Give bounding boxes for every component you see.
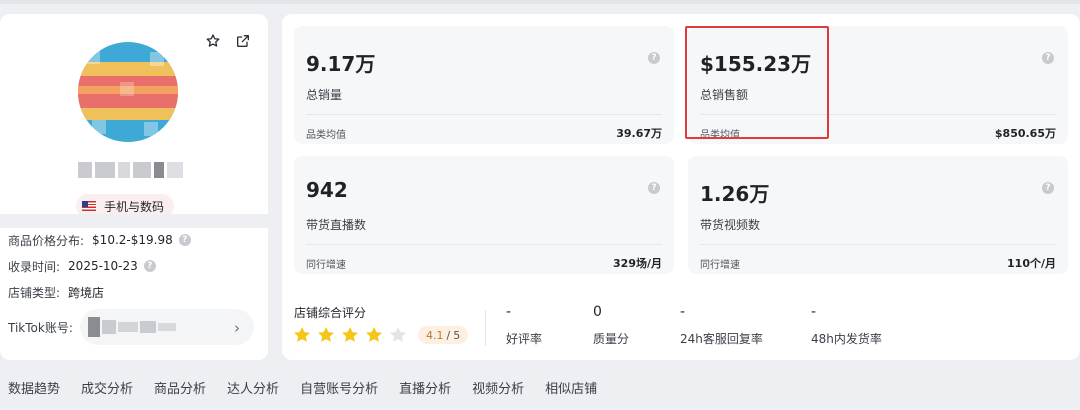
help-icon[interactable]: ? [648,52,660,64]
stat-value: 1.26万 [700,182,770,206]
tab-live-analysis[interactable]: 直播分析 [399,378,451,397]
stat-value: $155.23万 [700,52,812,76]
chevron-right-icon: › [234,319,240,337]
score-max: 5 [453,328,461,342]
shop-type-value: 跨境店 [68,285,105,300]
metric-positive-rate: - 好评率 [506,304,542,347]
shop-type-label: 店铺类型: [8,285,61,300]
tiktok-account-label: TikTok账号: [8,320,73,335]
tab-transaction-analysis[interactable]: 成交分析 [81,378,133,397]
metric-quality-score: 0 质量分 [593,304,629,347]
price-range-value: $10.2-$19.98 [92,233,173,247]
star-rating: 4.1 / 5 [292,325,469,345]
stat-label: 总销量 [306,88,343,102]
help-icon[interactable]: ? [143,260,156,272]
score-badge: 4.1 / 5 [418,326,469,344]
section-divider [0,214,268,228]
stat-foot-value: 39.67万 [616,127,662,140]
metric-cs-reply-rate: - 24h客服回复率 [680,304,763,347]
help-icon[interactable]: ? [1042,52,1054,64]
stat-divider [306,114,662,115]
help-icon[interactable]: ? [648,182,660,194]
added-date-label: 收录时间: [8,259,61,274]
metric-label: 24h客服回复率 [680,332,763,346]
stat-divider [700,244,1056,245]
help-icon[interactable]: ? [1042,182,1054,194]
tiktok-account-row: TikTok账号: [8,318,81,336]
help-icon[interactable]: ? [178,234,191,246]
metric-label: 好评率 [506,332,543,346]
stat-foot-value: 110个/月 [1007,257,1056,270]
tab-similar-shops[interactable]: 相似店铺 [545,378,597,397]
star-icon [390,327,406,342]
shop-name-redacted [78,162,190,178]
stat-value: 942 [306,178,348,202]
tiktok-account-link[interactable]: › [80,309,254,345]
shop-score-title: 店铺综合评分 [294,306,367,320]
stat-label: 带货直播数 [306,218,367,232]
added-date-row: 收录时间: 2025-10-23 ? [8,257,156,275]
vertical-divider [485,310,486,346]
stat-value: 9.17万 [306,52,376,76]
stat-foot-label: 同行增速 [700,260,740,271]
category-label: 手机与数码 [104,199,165,214]
metric-label: 48h内发货率 [811,332,882,346]
stat-card-total-revenue: $155.23万 总销售额 ? 品类均值 $850.65万 [688,26,1068,144]
stat-foot-label: 品类均值 [700,130,740,141]
tab-product-analysis[interactable]: 商品分析 [154,378,206,397]
star-outline-icon[interactable] [202,30,224,52]
tab-data-trend[interactable]: 数据趋势 [8,378,60,397]
tab-own-account-analysis[interactable]: 自营账号分析 [300,378,378,397]
us-flag-icon [82,201,96,211]
stat-foot-value: 329场/月 [613,257,662,270]
stat-card-total-sales: 9.17万 总销量 ? 品类均值 39.67万 [294,26,674,144]
stat-label: 总销售额 [700,88,749,102]
shop-profile-card: 手机与数码 商品价格分布: $10.2-$19.98 ? 收录时间: 2025-… [0,14,268,360]
score-separator: / [446,328,451,342]
star-icon [366,327,382,342]
shop-type-row: 店铺类型: 跨境店 [8,283,104,301]
metric-value: 0 [593,304,602,320]
tab-creator-analysis[interactable]: 达人分析 [227,378,279,397]
stat-divider [700,114,1056,115]
price-range-row: 商品价格分布: $10.2-$19.98 ? [8,231,191,249]
stat-card-live-streams: 942 带货直播数 ? 同行增速 329场/月 [294,156,674,274]
stat-foot-label: 同行增速 [306,260,346,271]
price-range-label: 商品价格分布: [8,233,85,248]
metric-label: 质量分 [593,332,630,346]
star-icon [294,327,310,342]
metric-value: - [680,304,686,320]
tab-video-analysis[interactable]: 视频分析 [472,378,524,397]
stat-foot-value: $850.65万 [994,127,1056,140]
star-icon [318,327,334,342]
tiktok-account-redacted [88,317,184,337]
star-icon [342,327,358,342]
analysis-tabs: 数据趋势 成交分析 商品分析 达人分析 自营账号分析 直播分析 视频分析 相似店… [8,378,618,397]
top-border [0,0,1080,4]
metric-value: - [506,304,512,320]
stat-foot-label: 品类均值 [306,130,346,141]
external-link-icon[interactable] [232,30,254,52]
stat-divider [306,244,662,245]
score-value: 4.1 [426,328,444,342]
stat-label: 带货视频数 [700,218,761,232]
added-date-value: 2025-10-23 [68,259,138,273]
metric-value: - [811,304,817,320]
metric-shipping-rate: - 48h内发货率 [811,304,882,347]
stat-card-videos: 1.26万 带货视频数 ? 同行增速 110个/月 [688,156,1068,274]
avatar [78,42,178,142]
shop-stats-panel: 9.17万 总销量 ? 品类均值 39.67万 $155.23万 总销售额 ? … [282,14,1080,360]
